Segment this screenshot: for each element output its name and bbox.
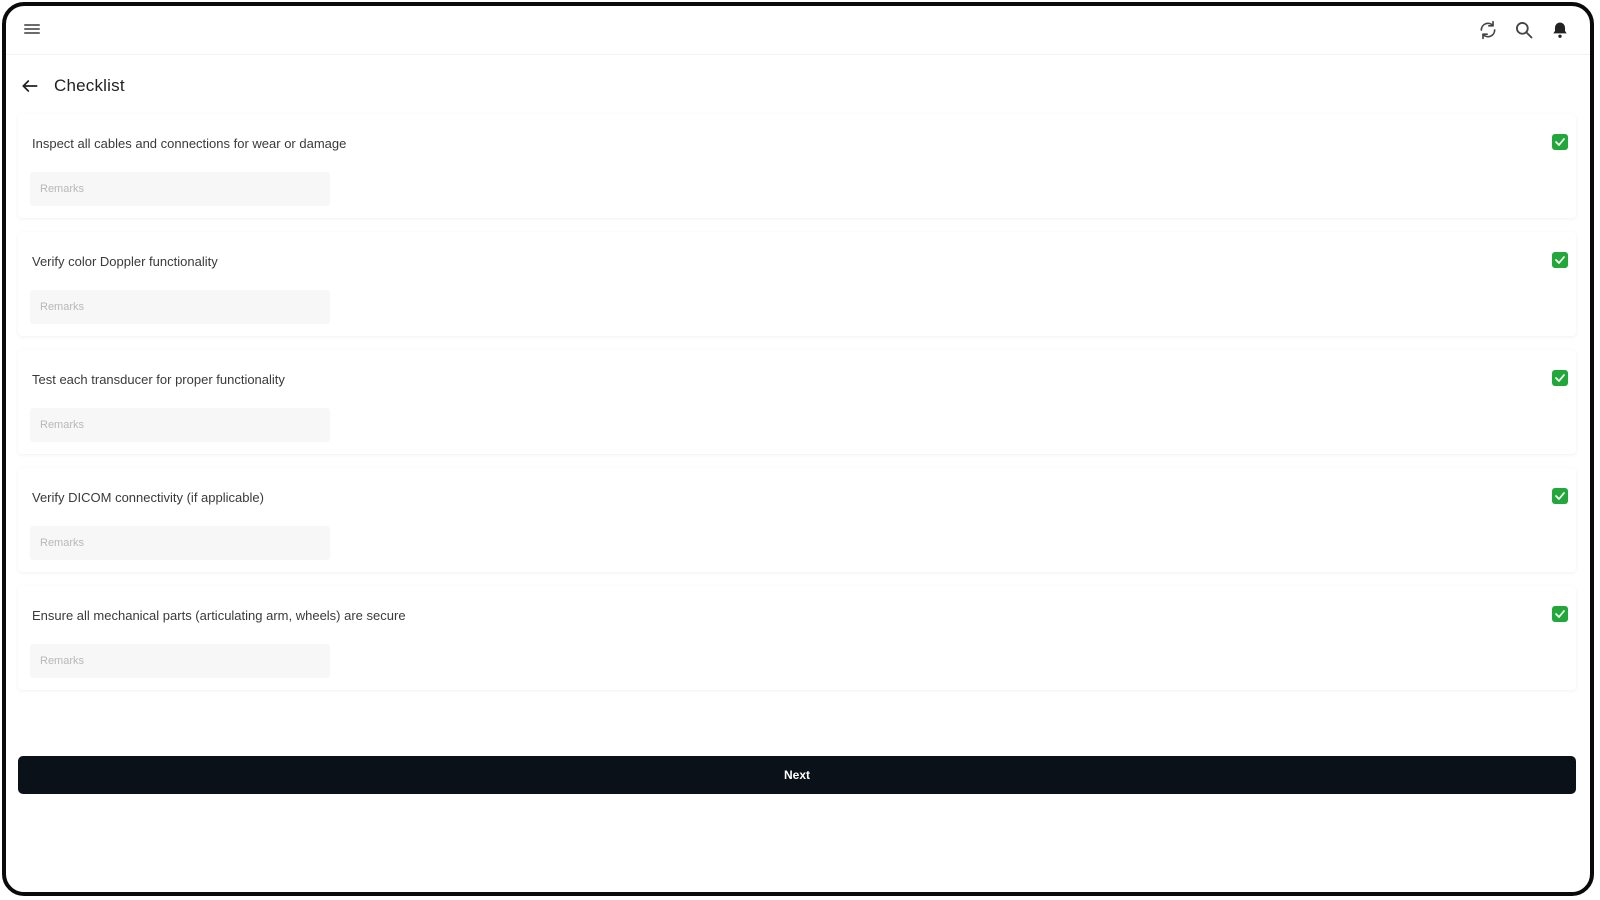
next-button[interactable]: Next bbox=[18, 756, 1576, 794]
page-header: Checklist bbox=[20, 66, 350, 106]
check-icon bbox=[1555, 610, 1565, 618]
checkbox-checked[interactable] bbox=[1552, 606, 1568, 622]
checklist-item: Verify DICOM connectivity (if applicable… bbox=[18, 468, 1576, 572]
bell-icon[interactable] bbox=[1550, 20, 1570, 40]
remarks-input[interactable] bbox=[30, 172, 330, 206]
remarks-input[interactable] bbox=[30, 644, 330, 678]
top-actions bbox=[1478, 20, 1570, 40]
checklist-item: Inspect all cables and connections for w… bbox=[18, 114, 1576, 218]
arrow-left-icon[interactable] bbox=[20, 76, 40, 96]
checklist: Inspect all cables and connections for w… bbox=[18, 114, 1576, 704]
checkbox-checked[interactable] bbox=[1552, 370, 1568, 386]
top-app-bar bbox=[6, 6, 1590, 55]
checklist-item-label: Test each transducer for proper function… bbox=[32, 372, 285, 387]
checklist-item-label: Inspect all cables and connections for w… bbox=[32, 136, 347, 151]
remarks-input[interactable] bbox=[30, 408, 330, 442]
checkbox-checked[interactable] bbox=[1552, 488, 1568, 504]
device-frame: Checklist Inspect all cables and connect… bbox=[2, 2, 1594, 896]
search-icon[interactable] bbox=[1514, 20, 1534, 40]
page-title: Checklist bbox=[54, 76, 125, 95]
checkbox-checked[interactable] bbox=[1552, 134, 1568, 150]
refresh-icon[interactable] bbox=[1478, 20, 1498, 40]
checklist-item-label: Ensure all mechanical parts (articulatin… bbox=[32, 608, 406, 623]
checklist-item-label: Verify color Doppler functionality bbox=[32, 254, 218, 269]
remarks-input[interactable] bbox=[30, 526, 330, 560]
check-icon bbox=[1555, 492, 1565, 500]
menu-icon[interactable] bbox=[24, 24, 40, 36]
checklist-item: Test each transducer for proper function… bbox=[18, 350, 1576, 454]
remarks-input[interactable] bbox=[30, 290, 330, 324]
check-icon bbox=[1555, 256, 1565, 264]
checklist-item-label: Verify DICOM connectivity (if applicable… bbox=[32, 490, 264, 505]
checklist-item: Verify color Doppler functionality bbox=[18, 232, 1576, 336]
checkbox-checked[interactable] bbox=[1552, 252, 1568, 268]
check-icon bbox=[1555, 138, 1565, 146]
check-icon bbox=[1555, 374, 1565, 382]
checklist-item: Ensure all mechanical parts (articulatin… bbox=[18, 586, 1576, 690]
